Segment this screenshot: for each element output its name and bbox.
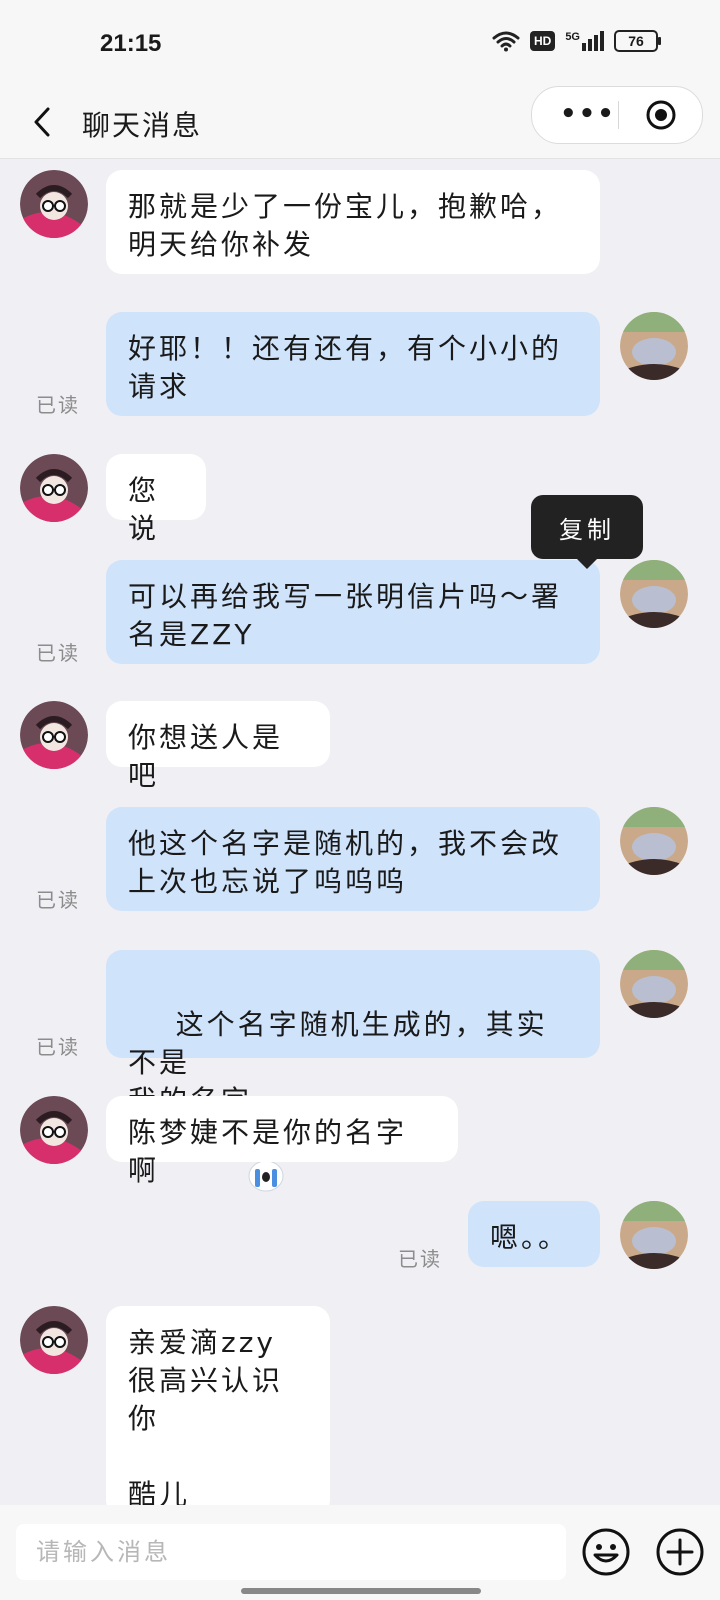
- back-button[interactable]: [24, 104, 60, 140]
- avatar-self[interactable]: [620, 312, 688, 380]
- avatar-self[interactable]: [620, 1201, 688, 1269]
- signal-icon: 5G: [565, 31, 604, 51]
- message-bubble[interactable]: 嗯。。: [468, 1201, 600, 1267]
- input-bar: [0, 1505, 720, 1600]
- home-indicator[interactable]: [241, 1588, 481, 1594]
- avatar-other[interactable]: [20, 701, 88, 769]
- plus-circle-icon[interactable]: [655, 1527, 705, 1577]
- message-bubble[interactable]: 亲爱滴zzy 很高兴认识你 酷儿: [106, 1306, 330, 1505]
- network-label: 5G: [565, 31, 580, 43]
- battery-icon: 76: [614, 30, 661, 52]
- message-bubble[interactable]: 你想送人是吧: [106, 701, 330, 792]
- avatar-other[interactable]: [20, 170, 88, 238]
- target-icon[interactable]: [645, 99, 677, 131]
- mini-program-capsule: •••: [531, 86, 703, 144]
- message-bubble[interactable]: 这个名字随机生成的，其实不是 我的名字: [106, 950, 600, 1192]
- read-status: 已读: [36, 641, 80, 665]
- avatar-other[interactable]: [20, 1096, 88, 1164]
- message-bubble[interactable]: 那就是少了一份宝儿，抱歉哈， 明天给你补发: [106, 170, 600, 274]
- avatar-self[interactable]: [620, 950, 688, 1018]
- read-status: 已读: [36, 1035, 80, 1059]
- message-bubble[interactable]: 您说: [106, 454, 206, 545]
- message-input[interactable]: [16, 1524, 566, 1580]
- read-status: 已读: [398, 1247, 442, 1271]
- chevron-left-icon: [34, 107, 50, 137]
- copy-label: 复制: [559, 515, 615, 544]
- avatar-self[interactable]: [620, 807, 688, 875]
- capsule-divider: [618, 101, 619, 129]
- message-bubble[interactable]: 陈梦婕不是你的名字啊: [106, 1096, 458, 1187]
- copy-tooltip[interactable]: 复制: [531, 495, 643, 569]
- status-time: 21:15: [100, 30, 162, 57]
- message-bubble[interactable]: 好耶！！还有还有，有个小小的 请求: [106, 312, 600, 416]
- smiley-icon[interactable]: [581, 1527, 631, 1577]
- page-title: 聊天消息: [82, 109, 203, 142]
- chat-list[interactable]: 那就是少了一份宝儿，抱歉哈， 明天给你补发 好耶！！还有还有，有个小小的 请求 …: [0, 158, 720, 1505]
- hd-badge: HD: [529, 31, 556, 51]
- message-bubble[interactable]: 可以再给我写一张明信片吗～署 名是ZZY: [106, 560, 600, 664]
- message-bubble[interactable]: 他这个名字是随机的，我不会改 上次也忘说了呜呜呜: [106, 807, 600, 911]
- read-status: 已读: [36, 888, 80, 912]
- status-icons: HD 5G 76: [492, 30, 661, 52]
- more-button[interactable]: •••: [560, 99, 616, 129]
- wifi-icon: [492, 31, 520, 52]
- avatar-other[interactable]: [20, 454, 88, 522]
- read-status: 已读: [36, 393, 80, 417]
- battery-level: 76: [628, 33, 644, 49]
- avatar-other[interactable]: [20, 1306, 88, 1374]
- status-bar: 21:15 HD 5G 76: [0, 0, 720, 88]
- avatar-self[interactable]: [620, 560, 688, 628]
